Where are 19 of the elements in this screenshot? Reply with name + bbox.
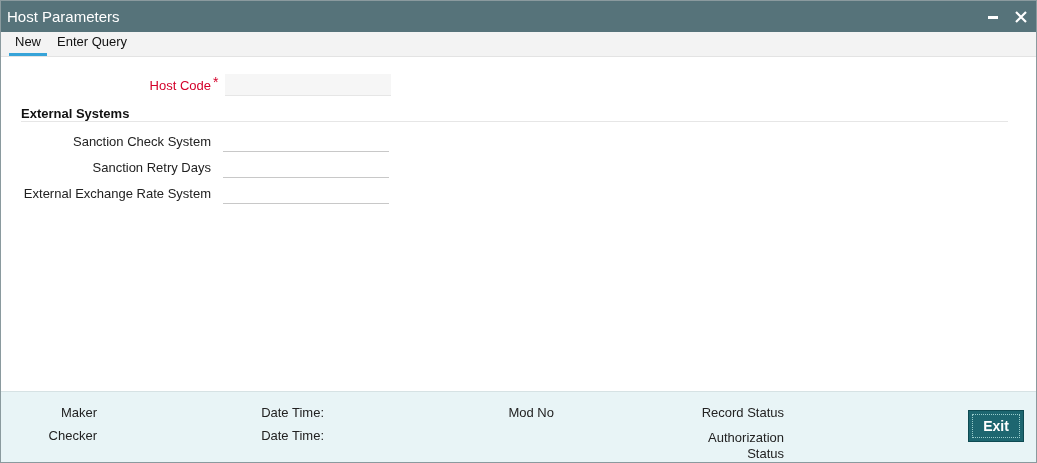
footer-label: Maker (60, 405, 97, 420)
field-label: External Exchange Rate System (22, 185, 211, 201)
exit-button[interactable]: Exit (968, 410, 1024, 442)
footer-label: Record Status (701, 405, 784, 420)
input-field[interactable] (225, 74, 391, 96)
window-title: Host Parameters (7, 8, 120, 25)
footer-label: Checker (48, 428, 97, 443)
close-icon[interactable] (1014, 9, 1028, 24)
field-label: Sanction Retry Days (91, 159, 211, 175)
section-heading: External Systems (21, 106, 130, 121)
footer-label: Date Time: (261, 405, 324, 420)
field-label: Host Code (148, 77, 211, 93)
tab[interactable]: New (9, 34, 47, 56)
footer-label: Mod No (508, 405, 554, 420)
tab[interactable]: Enter Query (51, 34, 134, 56)
footer-label: Authorization Status (708, 430, 784, 462)
required-marker: * (212, 74, 220, 90)
footer-label: Date Time: (261, 428, 324, 443)
field-label: Sanction Check System (72, 133, 211, 149)
